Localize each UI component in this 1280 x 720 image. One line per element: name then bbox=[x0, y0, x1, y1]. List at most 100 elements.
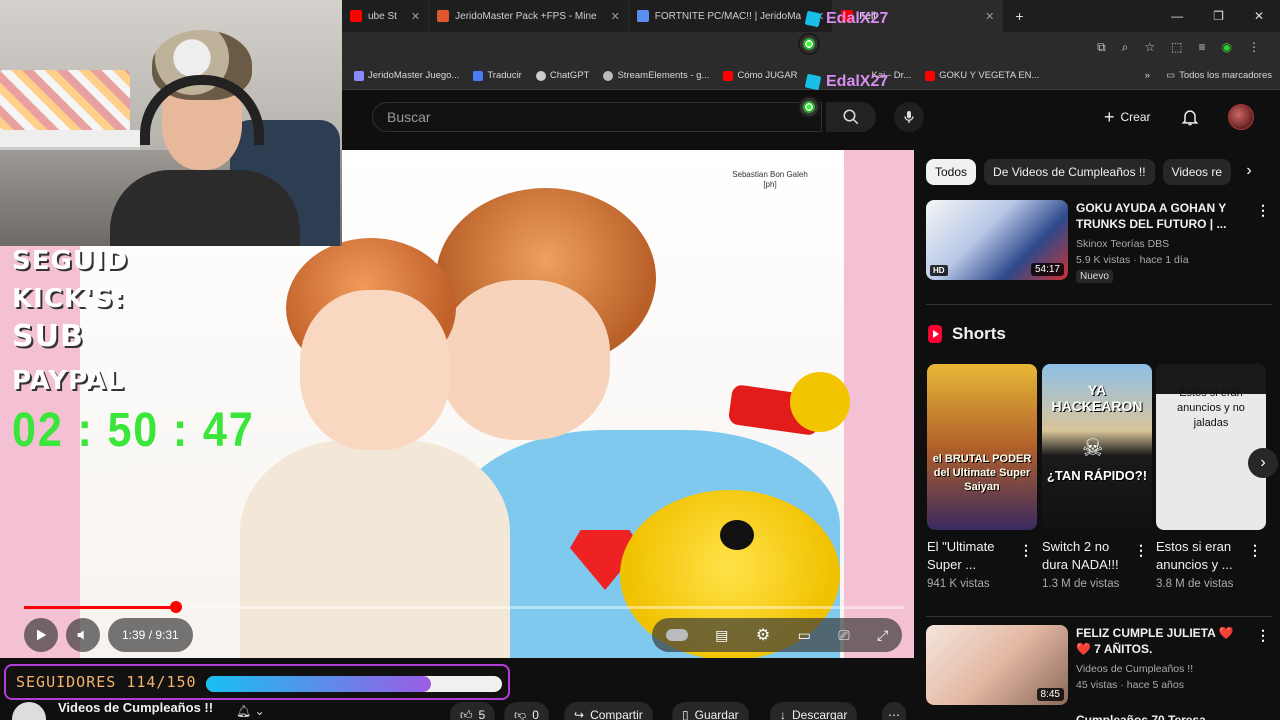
avatar[interactable] bbox=[1228, 104, 1254, 130]
play-button[interactable] bbox=[24, 618, 58, 652]
short-title[interactable]: El "Ultimate Super ... bbox=[927, 538, 1015, 574]
channel-name[interactable]: Videos de Cumpleaños !! bbox=[58, 700, 213, 715]
short-thumbnail[interactable]: el BRUTAL PODER del Ultimate Super Saiya… bbox=[927, 364, 1037, 530]
notification-bell-button[interactable]: 🔔︎ ⌄ bbox=[236, 704, 265, 718]
cast-icon[interactable]: ⎚ bbox=[838, 627, 849, 644]
download-label: Descargar bbox=[792, 708, 848, 720]
extensions-icon[interactable]: ⬚ bbox=[1171, 40, 1182, 54]
channel-label[interactable]: Skinox Teorías DBS bbox=[1076, 236, 1169, 252]
profile-extension-icon[interactable]: ◉ bbox=[1222, 40, 1232, 54]
short-views: 1.3 M de vistas bbox=[1042, 578, 1120, 590]
channel-avatar[interactable] bbox=[12, 702, 46, 720]
settings-gear-icon[interactable]: ⚙ bbox=[756, 625, 770, 645]
voice-search-button[interactable] bbox=[894, 102, 924, 132]
theater-mode-icon[interactable]: ▭ bbox=[798, 627, 811, 644]
stat-kicks: KICK'S: bbox=[12, 286, 125, 312]
more-vertical-icon[interactable]: ⋮ bbox=[1256, 202, 1270, 219]
more-horizontal-icon: ⋯ bbox=[888, 708, 900, 720]
browser-tab[interactable]: JeridoMaster Pack +FPS - Mine ✕ bbox=[429, 0, 629, 32]
stat-sub: SUB bbox=[12, 322, 84, 352]
shorts-heading: Shorts bbox=[928, 324, 1006, 344]
search-button[interactable] bbox=[826, 102, 876, 132]
chevron-double-right-icon[interactable]: » bbox=[1145, 70, 1150, 81]
notifications-button[interactable] bbox=[1180, 106, 1200, 128]
channel-label[interactable]: Videos de Cumpleaños !! bbox=[1076, 661, 1193, 677]
create-button[interactable]: + Crear bbox=[1092, 102, 1163, 132]
close-tab-icon[interactable]: ✕ bbox=[411, 10, 420, 23]
close-tab-icon[interactable]: ✕ bbox=[611, 10, 620, 23]
recommendation-item[interactable]: HD 54:17 GOKU AYUDA A GOHAN Y TRUNKS DEL… bbox=[926, 200, 1272, 284]
menu-icon[interactable]: ⋮ bbox=[1248, 40, 1260, 54]
chip-channel[interactable]: De Videos de Cumpleaños !! bbox=[984, 159, 1155, 185]
short-thumbnail[interactable]: YA HACKEARON ☠ ¿TAN RÁPIDO?! bbox=[1042, 364, 1152, 530]
volume-icon bbox=[77, 630, 84, 640]
edal-overlay-top: EdalX27 bbox=[804, 8, 906, 30]
short-item[interactable]: el BRUTAL PODER del Ultimate Super Saiya… bbox=[927, 364, 1037, 590]
reading-list-icon[interactable]: ≡ bbox=[1199, 40, 1206, 54]
zoom-icon[interactable]: ⌕ bbox=[1122, 40, 1129, 55]
thumbnail-text: YA HACKEARON bbox=[1051, 382, 1143, 414]
subtitles-icon[interactable]: ▤ bbox=[715, 627, 728, 644]
like-button[interactable]: 👍︎ 5 bbox=[450, 702, 496, 720]
more-vertical-icon[interactable]: ⋮ bbox=[1134, 542, 1148, 559]
stream-timer: 02 : 50 : 47 bbox=[12, 404, 255, 457]
autoplay-toggle[interactable] bbox=[665, 629, 688, 641]
browser-tab[interactable]: ube St ✕ bbox=[342, 0, 430, 32]
more-vertical-icon[interactable]: ⋮ bbox=[1248, 542, 1262, 559]
video-meta: 5.9 K vistas · hace 1 día bbox=[1076, 254, 1189, 266]
minimize-icon[interactable]: — bbox=[1171, 9, 1183, 23]
close-window-icon[interactable]: ✕ bbox=[1254, 9, 1264, 23]
maximize-icon[interactable]: ❐ bbox=[1213, 9, 1224, 23]
short-item[interactable]: YA HACKEARON ☠ ¿TAN RÁPIDO?! Switch 2 no… bbox=[1042, 364, 1152, 590]
install-app-icon[interactable]: ⧉ bbox=[1097, 40, 1106, 55]
all-bookmarks-folder[interactable]: ▭ Todos los marcadores bbox=[1166, 70, 1272, 81]
window-controls: — ❐ ✕ bbox=[1171, 9, 1280, 23]
followers-goal-bar: SEGUIDORES 114/150 bbox=[4, 664, 510, 700]
cube-icon bbox=[804, 73, 822, 91]
new-badge: Nuevo bbox=[1076, 270, 1113, 283]
video-thumbnail[interactable]: HD 54:17 bbox=[926, 200, 1068, 280]
chip-todos[interactable]: Todos bbox=[926, 159, 977, 185]
shorts-next-button[interactable]: › bbox=[1248, 448, 1278, 478]
more-actions-button[interactable]: ⋯ bbox=[882, 702, 906, 720]
video-thumbnail[interactable]: 8:45 bbox=[926, 625, 1068, 705]
more-vertical-icon[interactable]: ⋮ bbox=[1019, 542, 1033, 559]
chips-next-button[interactable]: › bbox=[1238, 160, 1260, 182]
browser-tab[interactable]: FORTNITE PC/MAC!! | JeridoMa ✕ bbox=[629, 0, 834, 32]
bookmark-item[interactable]: GOKU Y VEGETA EN... bbox=[925, 70, 1039, 81]
fullscreen-icon[interactable]: ⤢ bbox=[877, 627, 888, 644]
short-title[interactable]: Switch 2 no dura NADA!!! bbox=[1042, 538, 1130, 574]
progress-bar[interactable] bbox=[24, 601, 904, 613]
progress-fill bbox=[24, 606, 177, 609]
stat-label: PAYPAL bbox=[12, 366, 125, 396]
bookmark-item[interactable]: Traducir bbox=[473, 70, 522, 81]
recommendation-item[interactable]: 8:45 FELIZ CUMPLE JULIETA ❤️❤️ 7 AÑITOS.… bbox=[926, 625, 1272, 709]
bookmark-item[interactable]: StreamElements - g... bbox=[603, 70, 709, 81]
bookmark-item[interactable]: Cómo JUGAR bbox=[723, 70, 798, 81]
bookmark-star-icon[interactable]: ☆ bbox=[1144, 40, 1155, 54]
short-item[interactable]: Estos si eran anuncios y no jaladas Esto… bbox=[1156, 364, 1266, 590]
volume-button[interactable] bbox=[66, 618, 100, 652]
more-vertical-icon[interactable]: ⋮ bbox=[1256, 627, 1270, 644]
stat-paypal: PAYPAL bbox=[12, 368, 125, 394]
new-tab-icon[interactable]: + bbox=[1003, 8, 1035, 24]
download-button[interactable]: ↓ Descargar bbox=[770, 702, 858, 720]
bookmark-item[interactable]: ChatGPT bbox=[535, 70, 589, 81]
short-thumbnail[interactable]: Estos si eran anuncios y no jaladas bbox=[1156, 364, 1266, 530]
stat-label: SEGUID bbox=[12, 246, 129, 276]
recommendation-item[interactable]: Cumpleaños 70 Teresa bbox=[926, 712, 1272, 720]
bookmark-item[interactable]: JeridoMaster Juego... bbox=[354, 70, 459, 81]
dislike-button[interactable]: 👎︎ 0 bbox=[504, 702, 549, 720]
video-title[interactable]: Cumpleaños 70 Teresa bbox=[1076, 712, 1246, 720]
share-label: Compartir bbox=[590, 708, 643, 720]
video-image-toy bbox=[720, 520, 754, 550]
chip-related[interactable]: Videos re bbox=[1162, 159, 1232, 185]
short-title[interactable]: Estos si eran anuncios y ... bbox=[1156, 538, 1244, 574]
close-tab-icon[interactable]: ✕ bbox=[985, 10, 994, 23]
video-title[interactable]: GOKU AYUDA A GOHAN Y TRUNKS DEL FUTURO |… bbox=[1076, 200, 1246, 232]
save-button[interactable]: ▯ Guardar bbox=[672, 702, 749, 720]
share-button[interactable]: ↪ Compartir bbox=[564, 702, 653, 720]
video-title[interactable]: FELIZ CUMPLE JULIETA ❤️❤️ 7 AÑITOS. bbox=[1076, 625, 1246, 657]
search-input[interactable]: Buscar bbox=[372, 102, 822, 132]
stat-label: SUB bbox=[12, 319, 84, 354]
